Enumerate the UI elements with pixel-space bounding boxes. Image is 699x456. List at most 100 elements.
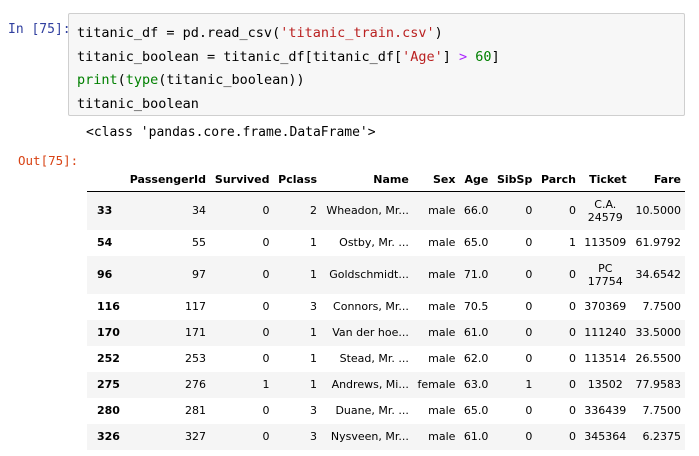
table-cell: 0 [262,430,270,443]
table-cell: 0 [525,326,533,339]
table-cell: male [428,236,456,249]
table-cell: male [428,300,456,313]
table-cell: 0 [262,352,270,365]
row-index: 280 [97,404,120,417]
table-cell: 7.7500 [642,300,682,313]
code-token: ] [491,48,500,65]
row-index: 252 [97,352,120,365]
table-row: 54 55 0 1 Ostby, Mr. ... male 65.0 0 1 113509 61.9… [87,230,685,256]
table-cell: 0 [568,326,576,339]
row-index: 33 [97,204,113,218]
table-cell: PC 17754 [587,261,623,288]
code-token: titanic_df = pd.read_csv( [77,25,281,41]
table-cell: 336439 [584,404,627,417]
table-cell: 3 [310,404,318,417]
table-cell: male [428,204,456,218]
row-index: 275 [97,378,120,391]
table-cell: 65.0 [463,236,489,249]
table-row: 116 117 0 3 Connors, Mr... male 70.5 0 0 370369 7.… [87,294,685,320]
dataframe-table: PassengerId Survived Pclass Name Sex Age SibSp… [87,168,685,450]
table-cell: 0 [525,204,533,218]
table-cell: Van der hoe... [332,326,409,339]
table-cell: 33.5000 [635,326,682,339]
stdout-output: <class 'pandas.core.frame.DataFrame'> [86,125,376,140]
table-cell: 1 [310,378,318,391]
code-editor[interactable]: titanic_df = pd.read_csv('titanic_train.… [68,13,685,116]
table-cell: 0 [568,430,576,443]
code-token: print [77,72,118,88]
table-row: 280 281 0 3 Duane, Mr. ... male 65.0 0 0 336439 7.… [87,398,685,424]
table-cell: 0 [568,378,576,391]
table-cell: 70.5 [463,300,489,313]
table-cell: male [428,352,456,365]
table-row: 96 97 0 1 Goldschmidt... male 71.0 0 0 PC 17754 34.… [87,255,685,294]
column-header: Survived [210,168,274,192]
table-cell: 0 [262,236,270,249]
output-prompt: Out[75]: [18,153,79,168]
table-cell: 55 [192,236,206,249]
table-cell: 370369 [584,300,627,313]
code-token: ) [434,25,443,41]
column-header: Age [459,168,493,192]
table-cell: 276 [185,378,206,391]
table-cell: 2 [310,204,318,218]
table-cell: female [417,378,456,391]
table-cell: male [428,268,456,281]
table-cell: male [428,430,456,443]
code-line: titanic_boolean = titanic_df[titanic_df[… [77,46,684,70]
table-cell: 345364 [584,430,627,443]
code-line: titanic_df = pd.read_csv('titanic_train.… [77,22,684,46]
table-cell: 0 [525,268,533,281]
table-cell: 97 [192,268,206,281]
table-cell: 1 [310,326,318,339]
table-cell: 0 [525,430,533,443]
table-cell: 281 [185,404,206,417]
table-row: 33 34 0 2 Wheadon, Mr... male 66.0 0 0 C.A. 24579 1… [87,191,685,230]
table-cell: 62.0 [463,352,489,365]
table-cell: 0 [568,404,576,417]
table-cell: male [428,404,456,417]
table-cell: 253 [185,352,206,365]
table-cell: 7.7500 [642,404,682,417]
row-index: 326 [97,430,120,443]
table-cell: 1 [310,236,318,249]
table-row: 252 253 0 1 Stead, Mr. ... male 62.0 0 0 113514 26… [87,346,685,372]
table-cell: 0 [525,300,533,313]
table-cell: 0 [262,268,270,281]
table-cell: 0 [525,236,533,249]
row-index: 116 [97,300,120,313]
table-cell: 61.0 [463,430,489,443]
row-index: 54 [97,236,113,249]
table-cell: 10.5000 [635,204,682,218]
table-cell: Ostby, Mr. ... [339,236,409,249]
code-token: 'Age' [402,48,443,65]
table-cell: 71.0 [463,268,489,281]
table-cell: 13502 [587,378,623,391]
table-cell: 1 [310,268,318,281]
column-header: Fare [630,168,685,192]
table-cell: 6.2375 [642,430,682,443]
row-index: 170 [97,326,120,339]
table-cell: Nysveen, Mr... [330,430,409,443]
table-cell: 0 [568,268,576,281]
table-cell: 113514 [584,352,627,365]
table-cell: 3 [310,300,318,313]
code-token: 'titanic_train.csv' [280,25,435,41]
column-header [87,168,125,192]
code-token: (titanic_boolean)) [158,72,305,88]
code-line: titanic_boolean [77,93,684,117]
table-cell: 34.6542 [635,268,682,281]
column-header: Pclass [273,168,322,192]
table-cell: 0 [262,204,270,218]
code-token: ( [117,72,126,88]
code-token: 60 [475,48,492,65]
column-header: PassengerId [124,168,210,192]
table-header-row: PassengerId Survived Pclass Name Sex Age SibSp… [87,168,685,192]
column-header: Sex [412,168,460,192]
table-cell: 0 [568,300,576,313]
table-cell: 65.0 [463,404,489,417]
table-row: 275 276 1 1 Andrews, Mi... female 63.0 1 0 13502 7… [87,371,685,398]
table-cell: 77.9583 [635,378,682,391]
table-cell: 113509 [584,236,627,249]
table-cell: Andrews, Mi... [331,378,409,391]
